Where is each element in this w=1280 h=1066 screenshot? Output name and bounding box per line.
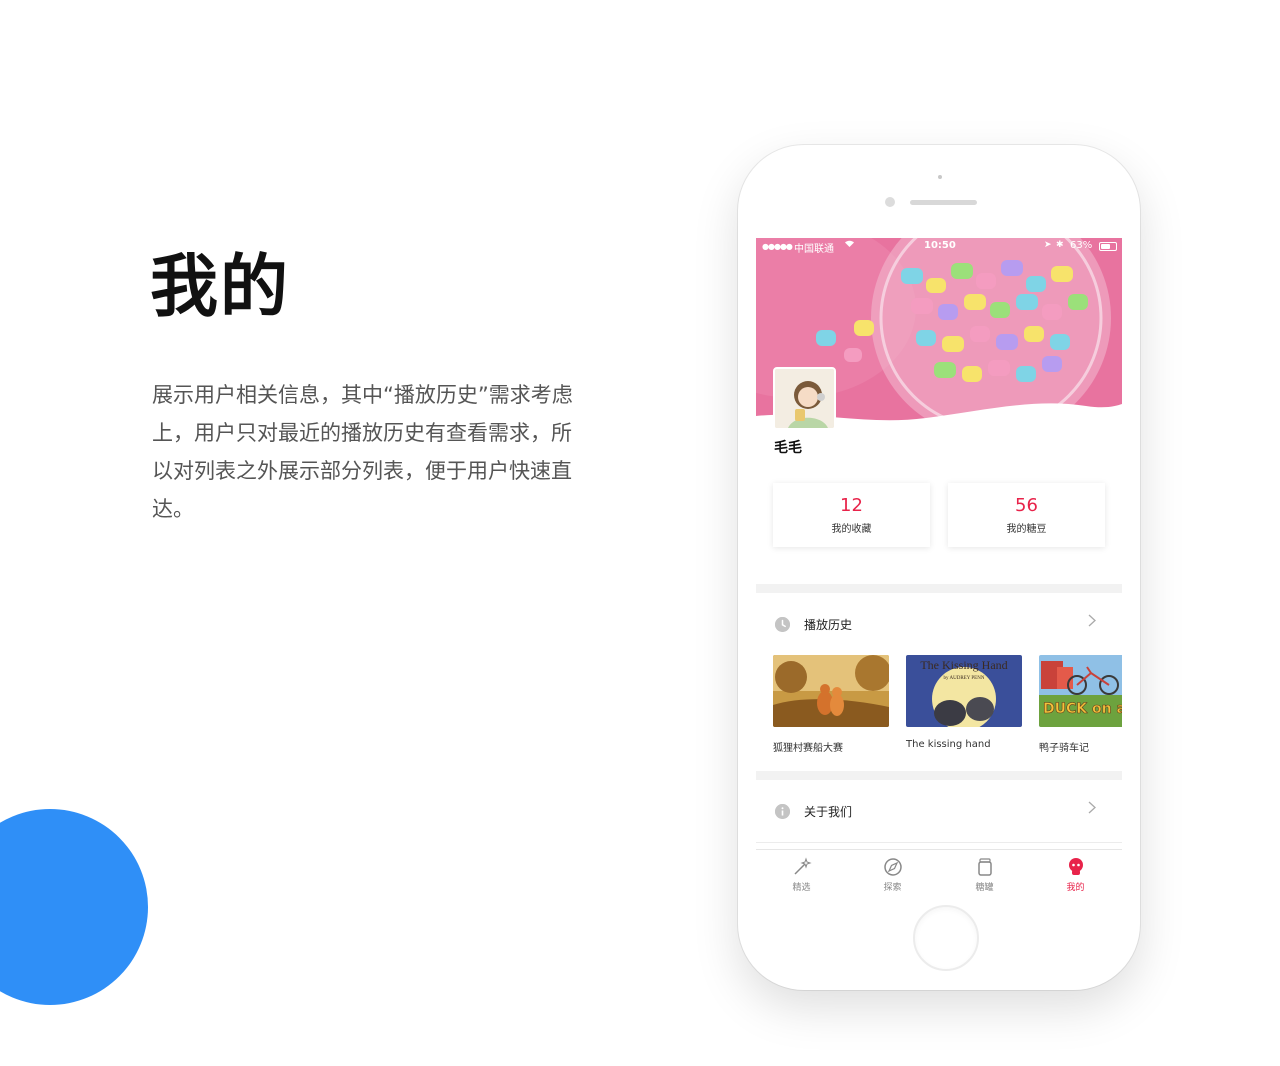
candy-count: 56 [1015,495,1038,516]
profile-icon [1066,857,1086,877]
phone-mockup: ●●●●● 中国联通 10:50 ➤ ✱ 63% 毛毛 12 我的收藏 56 我… [738,145,1140,990]
history-book[interactable]: The Kissing Hand by AUDREY PENN The kiss… [906,655,1022,750]
wand-icon [792,857,812,877]
book-title: The kissing hand [906,739,991,750]
tab-candy-jar[interactable]: 糖罐 [939,850,1030,892]
tab-bar: 精选 探索 糖罐 我的 [756,849,1122,892]
carrier-label: 中国联通 [794,244,834,255]
history-row[interactable]: 播放历史 [756,608,1122,642]
bluetooth-icon: ✱ [1056,240,1064,250]
tab-featured[interactable]: 精选 [756,850,847,892]
status-time: 10:50 [924,240,956,251]
chevron-right-icon[interactable] [1088,801,1096,818]
cover-title-text: DUCK on a BIKE [1043,701,1122,717]
tab-explore[interactable]: 探索 [847,850,938,892]
book-cover-duck-bike: DUCK on a BIKE [1039,655,1122,727]
status-bar: ●●●●● 中国联通 10:50 ➤ ✱ 63% [756,238,1122,256]
info-icon [775,804,790,819]
username: 毛毛 [774,440,802,456]
tab-label: 精选 [792,883,811,892]
cover-title-text: The Kissing Hand [920,658,1007,672]
clock-icon [775,617,790,632]
battery-percent: 63% [1070,240,1093,251]
section-divider [756,771,1122,780]
phone-sensor [938,175,942,179]
stat-card-candy[interactable]: 56 我的糖豆 [948,483,1105,547]
history-book[interactable]: DUCK on a BIKE 鸭子骑车记 [1039,655,1122,754]
book-cover-fox-race [773,655,889,727]
tab-mine[interactable]: 我的 [1030,850,1121,892]
row-separator [756,842,1122,843]
location-icon: ➤ [1044,240,1052,250]
avatar[interactable] [773,367,836,430]
history-book[interactable]: 狐狸村赛船大赛 [773,655,889,754]
tab-label: 糖罐 [975,883,994,892]
signal-indicator: ●●●●● [762,242,793,251]
history-books: 狐狸村赛船大赛 The Kissing Hand by AUDREY PENN … [773,655,1122,765]
candy-label: 我的糖豆 [1006,524,1047,535]
stat-card-favorites[interactable]: 12 我的收藏 [773,483,930,547]
about-us-label: 关于我们 [804,805,853,819]
chevron-right-icon[interactable] [1088,614,1096,631]
phone-home-button[interactable] [913,905,979,971]
page-description: 展示用户相关信息，其中“播放历史”需求考虑上，用户只对最近的播放历史有查看需求，… [152,383,573,521]
tab-label: 探索 [883,883,902,892]
jar-icon [975,857,995,877]
page-title: 我的 [150,248,291,327]
favorites-label: 我的收藏 [831,524,872,535]
compass-icon [883,857,903,877]
about-us-row[interactable]: 关于我们 [756,795,1122,829]
book-title: 狐狸村赛船大赛 [773,743,843,754]
history-title: 播放历史 [804,618,853,632]
phone-speaker [910,200,977,205]
decorative-blue-circle [0,809,148,1005]
favorites-count: 12 [840,495,863,516]
phone-camera [885,197,895,207]
app-screen: ●●●●● 中国联通 10:50 ➤ ✱ 63% 毛毛 12 我的收藏 56 我… [756,238,1122,892]
cover-author-text: by AUDREY PENN [944,676,985,681]
wifi-icon [844,239,855,251]
tab-label: 我的 [1066,883,1085,892]
section-divider [756,584,1122,593]
battery-icon [1099,242,1117,251]
book-title: 鸭子骑车记 [1039,743,1089,754]
book-cover-kissing-hand: The Kissing Hand by AUDREY PENN [906,655,1022,727]
